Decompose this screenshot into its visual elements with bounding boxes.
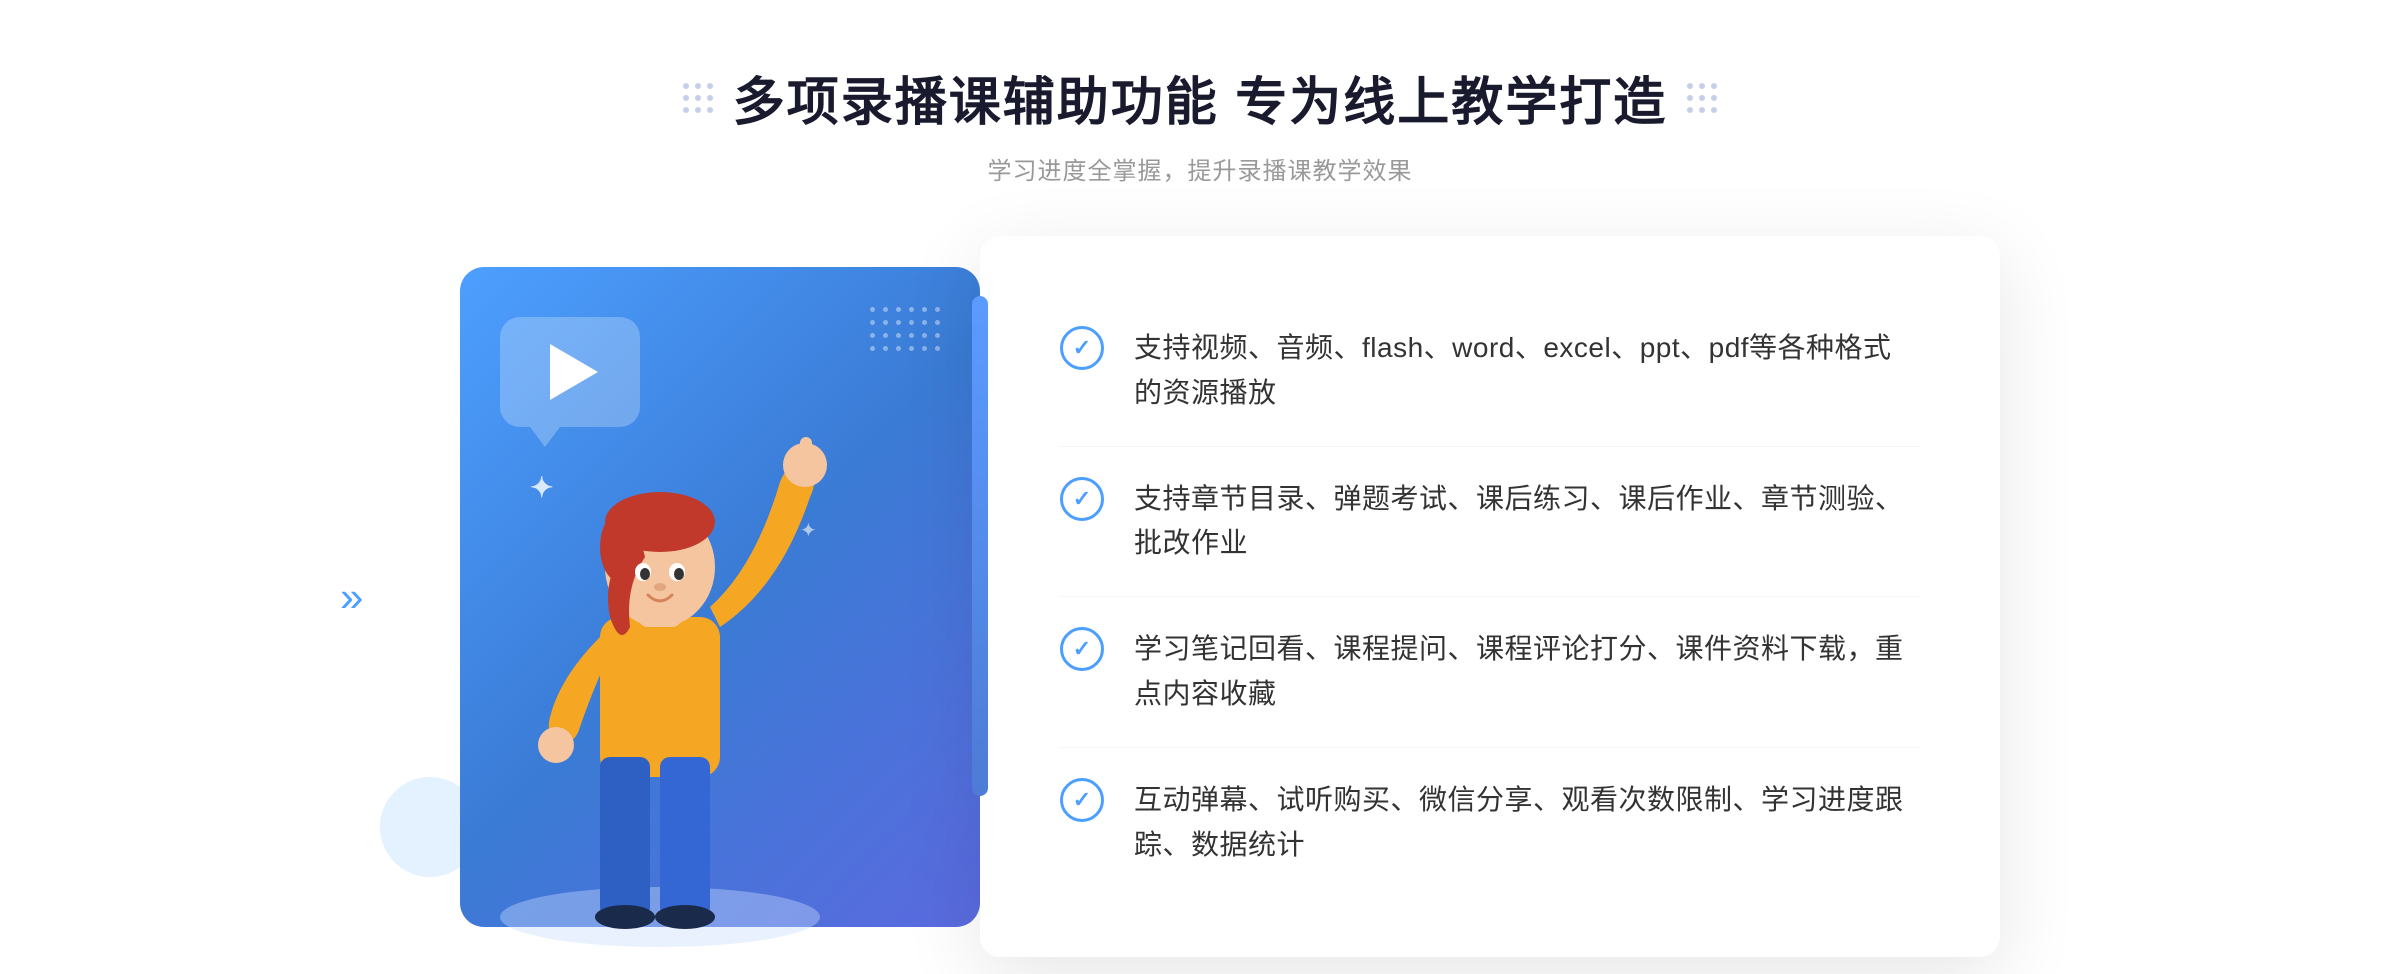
title-row: 多项录播课辅助功能 专为线上教学打造 (683, 60, 1717, 135)
accent-bar (972, 296, 988, 796)
check-mark-icon-3: ✓ (1073, 638, 1091, 660)
feature-item-4: ✓ 互动弹幕、试听购买、微信分享、观看次数限制、学习进度跟踪、数据统计 (1060, 748, 1920, 898)
feature-item-2: ✓ 支持章节目录、弹题考试、课后练习、课后作业、章节测验、批改作业 (1060, 447, 1920, 598)
left-arrows: » (340, 571, 363, 621)
illustration-container: » (400, 237, 1020, 957)
right-title-decorator (1687, 83, 1717, 113)
features-card: ✓ 支持视频、音频、flash、word、excel、ppt、pdf等各种格式的… (980, 236, 2000, 957)
svg-text:✦: ✦ (800, 520, 817, 542)
feature-text-2: 支持章节目录、弹题考试、课后练习、课后作业、章节测验、批改作业 (1134, 477, 1920, 567)
feature-text-3: 学习笔记回看、课程提问、课程评论打分、课件资料下载，重点内容收藏 (1134, 627, 1920, 717)
check-mark-icon-4: ✓ (1073, 789, 1091, 811)
check-circle-2: ✓ (1060, 477, 1104, 521)
feature-item-1: ✓ 支持视频、音频、flash、word、excel、ppt、pdf等各种格式的… (1060, 296, 1920, 447)
header-section: 多项录播课辅助功能 专为线上教学打造 学习进度全掌握，提升录播课教学效果 (683, 60, 1717, 186)
page-container: 多项录播课辅助功能 专为线上教学打造 学习进度全掌握，提升录播课教学效果 » (0, 0, 2400, 974)
check-mark-icon: ✓ (1073, 337, 1091, 359)
person-illustration: ✦ ✦ (460, 337, 860, 957)
chevron-icon: » (340, 571, 363, 621)
main-title: 多项录播课辅助功能 专为线上教学打造 (733, 60, 1667, 135)
card-dots-decoration (870, 307, 940, 351)
content-area: » (400, 236, 2000, 957)
left-title-decorator (683, 83, 713, 113)
feature-item-3: ✓ 学习笔记回看、课程提问、课程评论打分、课件资料下载，重点内容收藏 (1060, 597, 1920, 748)
subtitle: 学习进度全掌握，提升录播课教学效果 (683, 151, 1717, 186)
check-mark-icon-2: ✓ (1073, 488, 1091, 510)
check-circle-1: ✓ (1060, 326, 1104, 370)
feature-text-1: 支持视频、音频、flash、word、excel、ppt、pdf等各种格式的资源… (1134, 326, 1920, 416)
check-circle-4: ✓ (1060, 778, 1104, 822)
check-circle-3: ✓ (1060, 627, 1104, 671)
feature-text-4: 互动弹幕、试听购买、微信分享、观看次数限制、学习进度跟踪、数据统计 (1134, 778, 1920, 868)
svg-text:✦: ✦ (530, 472, 553, 503)
